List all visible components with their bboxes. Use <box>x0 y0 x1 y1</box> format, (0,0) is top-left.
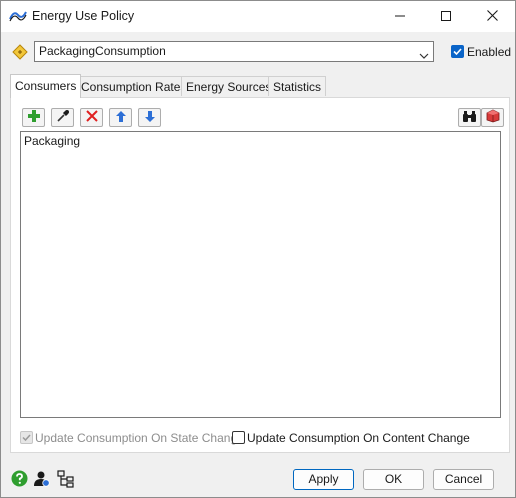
window-title: Energy Use Policy <box>32 9 135 23</box>
policy-dropdown[interactable]: PackagingConsumption <box>34 41 434 62</box>
maximize-button[interactable] <box>423 1 469 32</box>
remove-consumer-button[interactable] <box>80 108 103 127</box>
chevron-down-icon <box>419 47 429 66</box>
enabled-label[interactable]: Enabled <box>467 45 511 59</box>
ok-button[interactable]: OK <box>363 469 424 490</box>
minimize-button[interactable] <box>377 1 423 32</box>
arrow-down-icon <box>144 110 156 126</box>
enabled-checkbox[interactable] <box>451 45 464 58</box>
consumers-list[interactable]: Packaging <box>20 131 501 418</box>
tree-icon[interactable] <box>57 470 75 488</box>
policy-selected-value: PackagingConsumption <box>39 44 166 58</box>
title-bar[interactable]: Energy Use Policy <box>1 1 515 32</box>
tab-statistics[interactable]: Statistics <box>268 76 327 96</box>
binoculars-icon <box>462 110 477 126</box>
diamond-tag-icon <box>12 44 28 60</box>
red-x-icon <box>85 110 98 125</box>
add-consumer-button[interactable] <box>22 108 45 127</box>
maximize-icon <box>441 10 451 24</box>
cancel-button[interactable]: Cancel <box>433 469 494 490</box>
list-item[interactable]: Packaging <box>24 134 80 148</box>
plus-icon <box>27 109 41 126</box>
minimize-icon <box>395 10 405 24</box>
apply-button[interactable]: Apply <box>293 469 354 490</box>
update-on-state-change-label: Update Consumption On State Change <box>35 431 244 445</box>
energy-curve-icon <box>9 9 27 23</box>
update-on-content-change-label[interactable]: Update Consumption On Content Change <box>247 431 470 445</box>
move-up-button[interactable] <box>109 108 132 127</box>
close-icon <box>486 9 498 24</box>
user-settings-icon[interactable] <box>33 470 51 488</box>
tab-consumption-rates[interactable]: Consumption Rates <box>76 76 192 96</box>
red-cube-icon <box>486 109 500 126</box>
update-on-state-change-checkbox[interactable] <box>20 431 33 444</box>
arrow-up-icon <box>115 110 127 126</box>
move-down-button[interactable] <box>138 108 161 127</box>
close-button[interactable] <box>469 1 515 32</box>
find-button[interactable] <box>458 108 481 127</box>
update-on-content-change-checkbox[interactable] <box>232 431 245 444</box>
tab-energy-sources[interactable]: Energy Sources <box>181 76 277 96</box>
sample-consumer-button[interactable] <box>51 108 74 127</box>
help-icon[interactable] <box>11 470 29 488</box>
tab-consumers[interactable]: Consumers <box>10 74 82 98</box>
eyedropper-icon <box>56 109 70 126</box>
select-object-button[interactable] <box>481 108 504 127</box>
energy-use-policy-dialog: Energy Use Policy PackagingConsumption E… <box>0 0 516 498</box>
